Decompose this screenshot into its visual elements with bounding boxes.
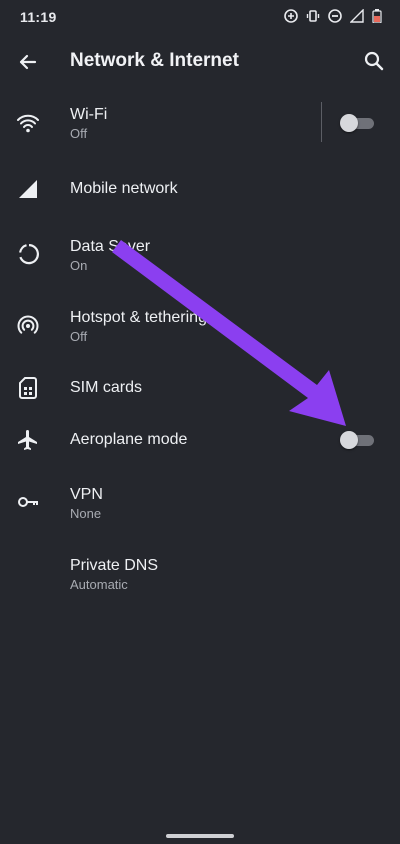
list-item-private-dns[interactable]: Private DNS Automatic — [0, 538, 400, 610]
sync-icon — [284, 9, 298, 23]
list-item-sim-cards[interactable]: SIM cards — [0, 362, 400, 414]
signal-icon — [350, 9, 364, 23]
list-item-data-saver[interactable]: Data Saver On — [0, 220, 400, 290]
list-item-mobile-network[interactable]: Mobile network — [0, 158, 400, 220]
data-saver-status: On — [70, 258, 88, 273]
arrow-back-icon — [19, 54, 37, 70]
private-dns-label: Private DNS — [70, 557, 159, 574]
mobile-network-label: Mobile network — [70, 180, 178, 197]
app-bar: Network & Internet — [0, 34, 400, 88]
wifi-toggle[interactable] — [340, 114, 374, 132]
list-item-wifi[interactable]: Wi-Fi Off — [0, 88, 400, 158]
wifi-icon — [16, 111, 40, 135]
wifi-status: Off — [70, 126, 88, 141]
data-saver-label: Data Saver — [70, 238, 151, 255]
aeroplane-mode-toggle[interactable] — [340, 431, 374, 449]
divider — [321, 102, 322, 142]
hotspot-icon — [16, 314, 40, 338]
list-item-hotspot[interactable]: Hotspot & tethering Off — [0, 290, 400, 362]
search-icon — [364, 51, 384, 71]
aeroplane-mode-label: Aeroplane mode — [70, 431, 188, 448]
list-item-aeroplane-mode[interactable]: Aeroplane mode — [0, 414, 400, 466]
battery-icon — [372, 9, 382, 23]
cellular-icon — [16, 177, 40, 201]
back-button[interactable] — [14, 48, 42, 76]
page-title: Network & Internet — [70, 50, 239, 71]
vibrate-icon — [306, 9, 320, 23]
private-dns-status: Automatic — [70, 577, 128, 592]
status-bar: 11:19 — [0, 0, 400, 34]
status-icons — [284, 9, 382, 23]
sim-card-icon — [16, 376, 40, 400]
airplane-icon — [16, 428, 40, 452]
status-time: 11:19 — [20, 9, 57, 25]
sim-cards-label: SIM cards — [70, 379, 143, 396]
vpn-status: None — [70, 506, 102, 521]
vpn-key-icon — [16, 490, 40, 514]
search-button[interactable] — [360, 47, 388, 75]
hotspot-status: Off — [70, 329, 88, 344]
wifi-label: Wi-Fi — [70, 106, 108, 123]
settings-list: Wi-Fi Off Mobile network Data Saver On H… — [0, 88, 400, 610]
vpn-label: VPN — [70, 486, 103, 503]
home-indicator — [166, 834, 234, 838]
hotspot-label: Hotspot & tethering — [70, 309, 207, 326]
data-saver-icon — [16, 242, 40, 266]
list-item-vpn[interactable]: VPN None — [0, 466, 400, 538]
do-not-disturb-icon — [328, 9, 342, 23]
